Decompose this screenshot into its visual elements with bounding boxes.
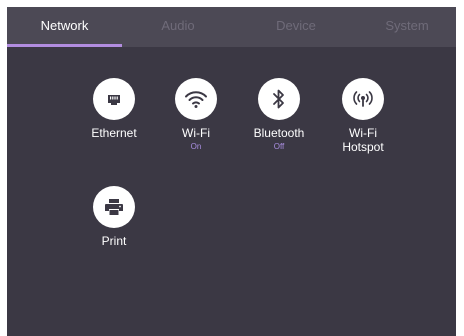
ethernet-button[interactable]: Ethernet xyxy=(74,78,154,140)
ethernet-icon xyxy=(93,78,135,120)
hotspot-label: Wi-Fi Hotspot xyxy=(342,126,384,154)
tab-system[interactable]: System xyxy=(358,7,456,47)
bluetooth-status: Off xyxy=(273,142,285,151)
wifi-button[interactable]: Wi-Fi On xyxy=(156,78,236,151)
bluetooth-button[interactable]: Bluetooth Off xyxy=(239,78,319,151)
settings-panel: Network Audio Device System Ethernet Wi-… xyxy=(7,7,456,336)
tab-audio[interactable]: Audio xyxy=(122,7,234,47)
tab-device[interactable]: Device xyxy=(234,7,358,47)
active-tab-indicator xyxy=(7,44,122,47)
wifi-label: Wi-Fi xyxy=(182,126,210,140)
bluetooth-label: Bluetooth xyxy=(253,126,305,140)
wifi-icon xyxy=(175,78,217,120)
wifi-status: On xyxy=(190,142,202,151)
hotspot-icon xyxy=(342,78,384,120)
hotspot-button[interactable]: Wi-Fi Hotspot xyxy=(323,78,403,154)
tab-network[interactable]: Network xyxy=(7,7,122,47)
printer-icon xyxy=(93,186,135,228)
tab-bar: Network Audio Device System xyxy=(7,7,456,47)
print-label: Print xyxy=(101,234,127,248)
ethernet-label: Ethernet xyxy=(91,126,137,140)
print-button[interactable]: Print xyxy=(74,186,154,248)
bluetooth-icon xyxy=(258,78,300,120)
